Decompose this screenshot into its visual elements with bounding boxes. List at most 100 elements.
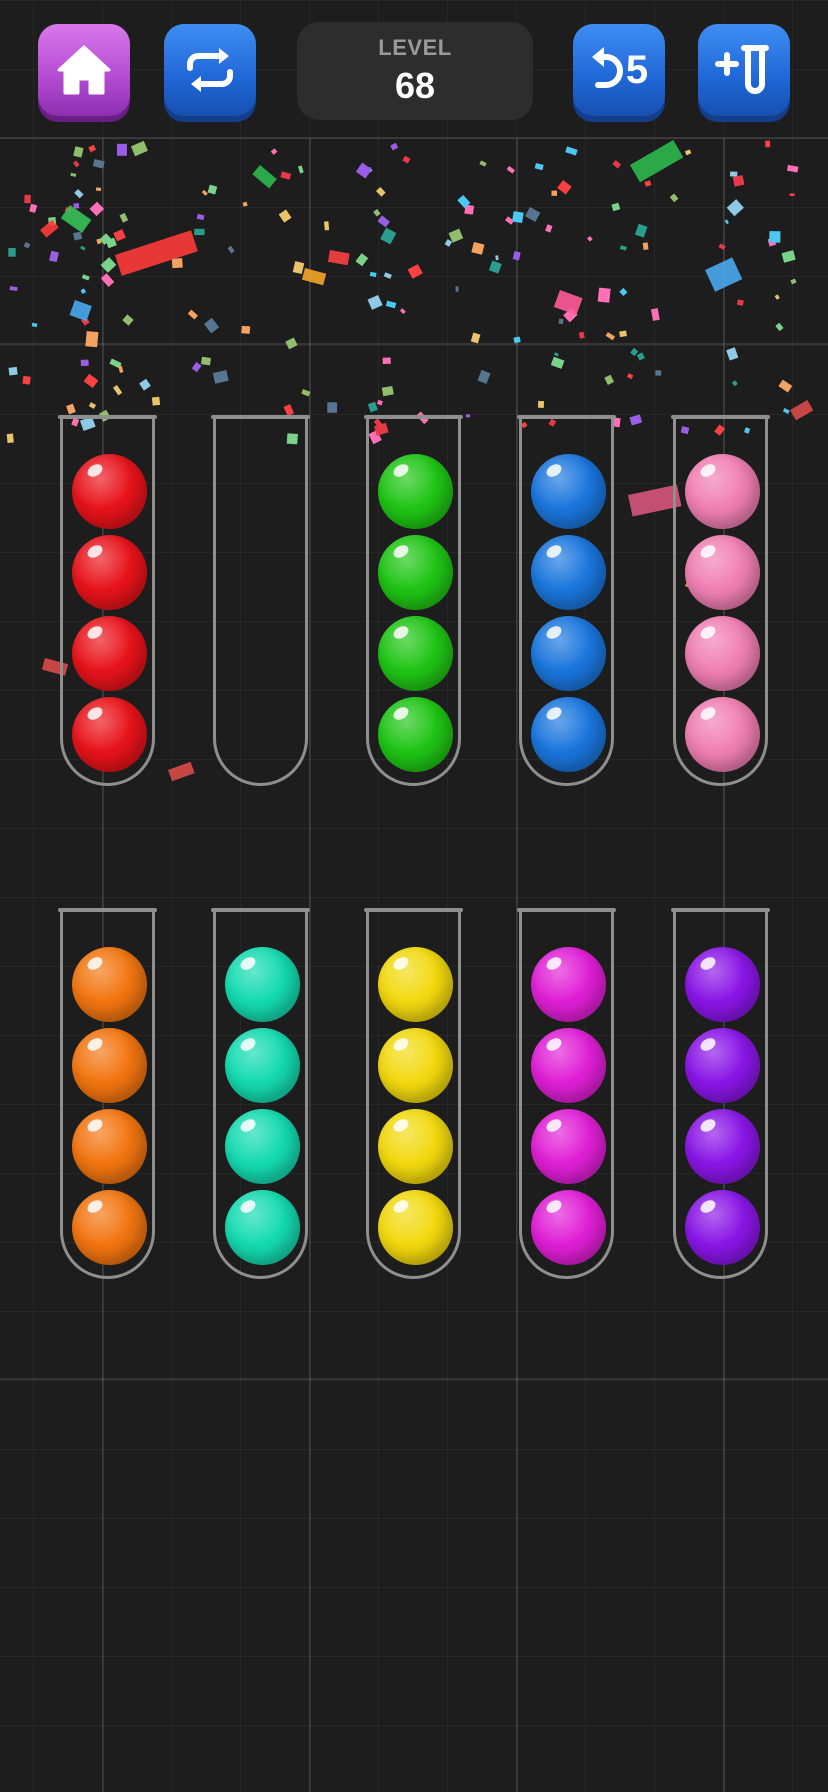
- confetti-piece: [95, 187, 102, 192]
- confetti-piece: [116, 143, 127, 156]
- confetti-piece: [626, 373, 634, 380]
- confetti-piece: [114, 230, 198, 276]
- undo-button[interactable]: 5: [573, 24, 665, 116]
- tube[interactable]: [58, 908, 157, 1279]
- ball-pink: [685, 697, 760, 772]
- confetti-piece: [191, 361, 202, 373]
- confetti-piece: [73, 231, 83, 241]
- confetti-piece: [629, 414, 643, 426]
- confetti-piece: [455, 286, 459, 292]
- add-tube-icon: [714, 42, 774, 98]
- add-tube-button[interactable]: [698, 24, 790, 116]
- confetti-piece: [92, 158, 105, 169]
- confetti-piece: [171, 258, 183, 269]
- grid-line: [0, 1378, 828, 1380]
- confetti-piece: [630, 140, 684, 183]
- confetti-piece: [207, 184, 218, 195]
- confetti-piece: [122, 314, 134, 326]
- ball-red: [72, 535, 147, 610]
- confetti-piece: [495, 255, 499, 261]
- confetti-piece: [781, 250, 796, 263]
- confetti-piece: [524, 207, 541, 222]
- confetti-piece: [187, 309, 198, 320]
- ball-orange: [72, 947, 147, 1022]
- tube[interactable]: [517, 908, 616, 1279]
- confetti-piece: [278, 209, 292, 223]
- confetti-piece: [355, 162, 372, 179]
- home-button[interactable]: [38, 24, 130, 116]
- confetti-piece: [669, 193, 679, 203]
- confetti-piece: [73, 146, 84, 158]
- confetti-piece: [100, 257, 117, 273]
- confetti-piece: [444, 239, 453, 247]
- confetti-piece: [376, 399, 383, 406]
- tube[interactable]: [211, 415, 310, 786]
- ball-red: [72, 697, 147, 772]
- confetti-piece: [70, 172, 77, 177]
- confetti-piece: [790, 278, 797, 285]
- confetti-piece: [553, 290, 583, 316]
- confetti-piece: [212, 369, 229, 384]
- ball-pink: [685, 454, 760, 529]
- confetti-piece: [634, 223, 648, 238]
- confetti-piece: [29, 203, 38, 213]
- ball-yellow: [378, 1028, 453, 1103]
- confetti-piece: [399, 308, 406, 315]
- ball-teal: [225, 1028, 300, 1103]
- confetti-piece: [81, 274, 90, 281]
- tube[interactable]: [364, 415, 463, 786]
- confetti-piece: [382, 357, 391, 364]
- confetti-piece: [73, 160, 80, 168]
- confetti-piece: [69, 300, 92, 322]
- confetti-piece: [537, 400, 545, 408]
- confetti-piece: [83, 373, 99, 389]
- ball-magenta: [531, 1109, 606, 1184]
- confetti-piece: [465, 414, 471, 418]
- confetti-piece: [369, 271, 377, 278]
- confetti-piece: [730, 171, 738, 177]
- confetti-piece: [168, 761, 195, 782]
- confetti-piece: [448, 228, 464, 243]
- ball-magenta: [531, 1190, 606, 1265]
- confetti-piece: [769, 231, 781, 243]
- confetti-piece: [80, 245, 86, 251]
- tube[interactable]: [364, 908, 463, 1279]
- confetti-piece: [280, 171, 292, 180]
- confetti-piece: [292, 261, 305, 275]
- tube[interactable]: [671, 908, 770, 1279]
- confetti-piece: [74, 188, 84, 199]
- confetti-piece: [380, 227, 397, 245]
- confetti-piece: [196, 213, 205, 221]
- confetti-piece: [477, 369, 491, 384]
- confetti-piece: [774, 294, 780, 300]
- ball-red: [72, 454, 147, 529]
- restart-button[interactable]: [164, 24, 256, 116]
- tube[interactable]: [211, 908, 310, 1279]
- confetti-piece: [726, 347, 739, 361]
- ball-orange: [72, 1109, 147, 1184]
- ball-yellow: [378, 1109, 453, 1184]
- confetti-piece: [587, 235, 593, 242]
- confetti-piece: [60, 205, 92, 234]
- confetti-piece: [512, 211, 524, 224]
- confetti-piece: [88, 144, 97, 153]
- ball-green: [378, 616, 453, 691]
- confetti-piece: [512, 251, 521, 261]
- tube[interactable]: [517, 415, 616, 786]
- confetti-piece: [381, 385, 394, 397]
- confetti-piece: [367, 401, 378, 413]
- confetti-piece: [24, 194, 31, 204]
- tube[interactable]: [58, 415, 157, 786]
- confetti-piece: [375, 186, 386, 197]
- ball-pink: [685, 535, 760, 610]
- confetti-piece: [506, 165, 515, 174]
- confetti-piece: [786, 164, 799, 173]
- tube[interactable]: [671, 415, 770, 786]
- ball-purple: [685, 1109, 760, 1184]
- confetti-piece: [619, 330, 627, 338]
- ball-magenta: [531, 947, 606, 1022]
- confetti-piece: [385, 300, 397, 309]
- confetti-piece: [9, 286, 18, 292]
- confetti-piece: [130, 140, 148, 157]
- ball-pink: [685, 616, 760, 691]
